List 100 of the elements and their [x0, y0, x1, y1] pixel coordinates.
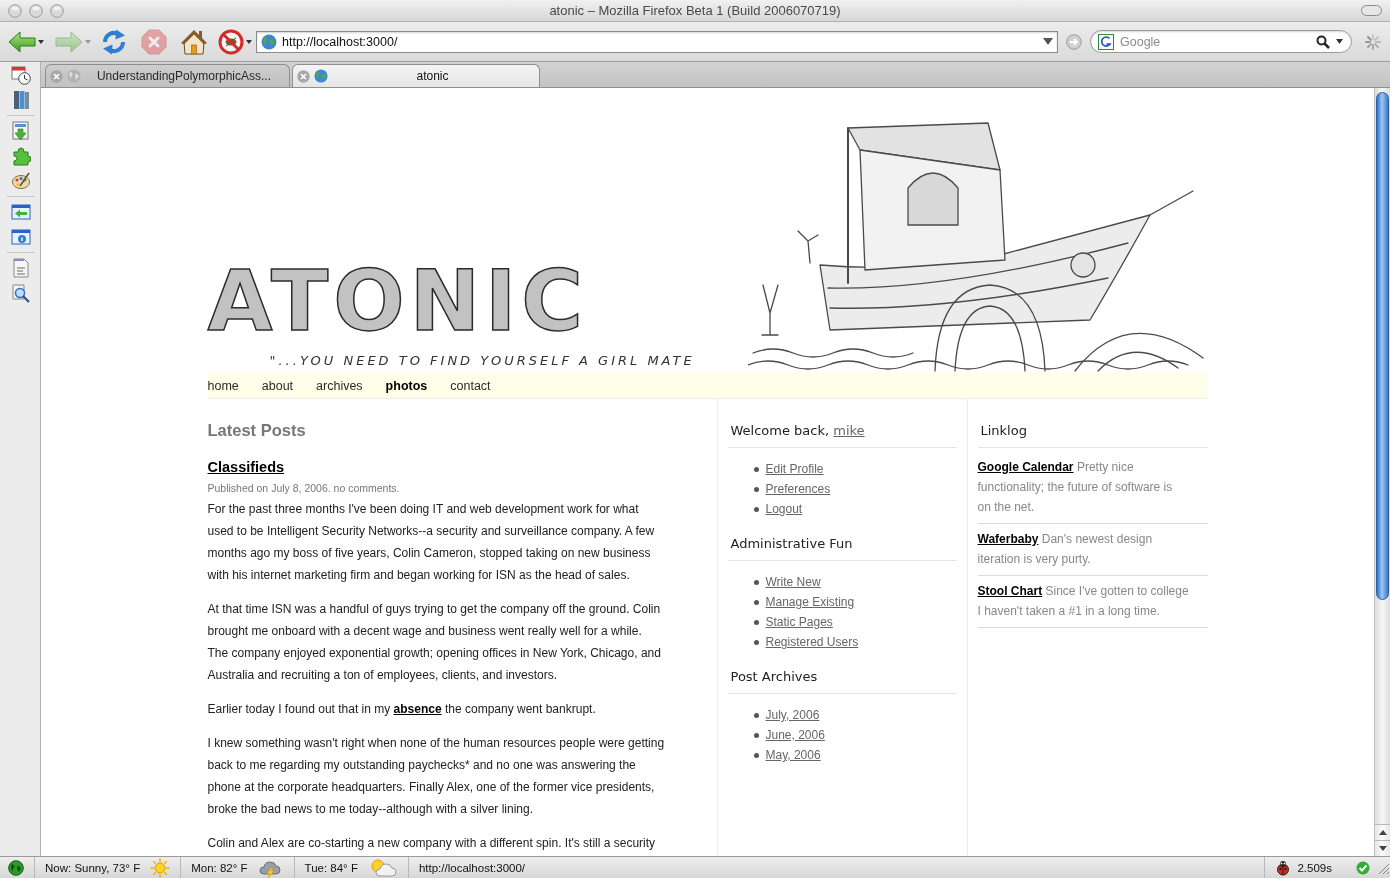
weather-label: Now: Sunny, 73° F	[45, 861, 141, 874]
sidebar-link[interactable]: Edit Profile	[765, 462, 824, 476]
close-icon[interactable]	[297, 69, 310, 83]
weather-label: Tue: 84° F	[304, 861, 358, 874]
ad-block-button[interactable]	[218, 28, 252, 55]
site-logo: ATONIC	[207, 259, 588, 343]
post-paragraph: I knew something wasn't right when none of the human resources people were getting back to me regarding my outstanding paychecks* and no one was answering the phone at the corporate headquarters. Finally Alex, one of the former vice presidents, broke the bad news to me today--although with a silver lining.	[207, 735, 666, 818]
close-button[interactable]	[8, 3, 22, 18]
linklog-link[interactable]: Stool Chart	[977, 584, 1043, 598]
bullet-icon	[753, 639, 759, 645]
globe-icon	[67, 69, 81, 83]
reload-icon	[100, 27, 128, 56]
username-link[interactable]: mike	[833, 423, 865, 438]
nav-link[interactable]: photos	[385, 378, 428, 393]
script-file-icon	[11, 258, 31, 278]
script-file-button[interactable]	[11, 258, 31, 278]
throbber-icon	[1364, 32, 1382, 51]
bullet-icon	[753, 752, 759, 758]
globe-icon	[8, 859, 24, 876]
bullet-icon	[753, 579, 759, 585]
post-link[interactable]: absence	[393, 702, 442, 716]
page-search-icon	[11, 283, 31, 303]
scrollbar-thumb[interactable]	[1376, 92, 1389, 600]
post-paragraph: Earlier today I found out that in my absence the company went bankrupt.	[207, 701, 597, 718]
post-title-link[interactable]: Classifieds	[207, 458, 285, 476]
books-button[interactable]	[11, 90, 31, 110]
scrollbar-track[interactable]	[1374, 88, 1390, 856]
right-arrow-icon	[55, 30, 83, 53]
caret-up-icon	[1378, 830, 1387, 835]
window-info-icon	[11, 227, 31, 247]
linklog-link[interactable]: Google Calendar	[977, 460, 1074, 474]
bullet-icon	[753, 712, 759, 718]
section-heading: Latest Posts	[207, 420, 307, 441]
sidebar-link[interactable]: Preferences	[765, 482, 831, 496]
linklog-link[interactable]: Waferbaby	[977, 532, 1039, 546]
nav-link[interactable]: about	[261, 378, 294, 393]
caret-icon	[85, 39, 91, 44]
nav-link[interactable]: archives	[316, 378, 363, 393]
check-icon	[1356, 860, 1370, 875]
sidebar-link[interactable]: Manage Existing	[765, 595, 855, 609]
house-icon	[180, 27, 208, 56]
sidebar-link[interactable]: Logout	[765, 502, 803, 516]
bullet-icon	[753, 506, 759, 512]
tab[interactable]: UnderstandingPolymorphicAss...	[45, 64, 290, 87]
toolbar-toggle-button[interactable]	[1361, 5, 1382, 16]
scroll-up-button[interactable]	[1375, 824, 1390, 840]
nav-link[interactable]: home	[207, 378, 239, 393]
weather-label: Mon: 82° F	[191, 861, 248, 874]
post-paragraph: At that time ISN was a handful of guys trying to get the company off the ground. Colin brought me onboard with a decent wage and business went really well for a while. The company enjoyed exponential growth; opening offices in New York, Chicago, and Australia and recruiting a ton of employees, clients, and investors.	[207, 601, 662, 684]
sidebar-heading: Administrative Fun	[727, 534, 957, 561]
bullet-icon	[753, 599, 759, 605]
caret-down-icon	[1378, 846, 1387, 851]
status-url: http://localhost:3000/	[418, 861, 526, 874]
sidebar-link[interactable]: June, 2006	[765, 728, 825, 742]
sidebar-link[interactable]: May, 2006	[765, 748, 821, 762]
reload-button[interactable]	[100, 27, 128, 56]
linklog-entry: Google Calendar Pretty nice functionality; the future of software is on the net.	[977, 452, 1208, 524]
search-icon[interactable]	[1316, 34, 1330, 49]
window-title: atonic – Mozilla Firefox Beta 1 (Build 2006070719)	[549, 3, 841, 18]
window-info-button[interactable]	[11, 227, 31, 247]
home-button[interactable]	[180, 27, 208, 56]
page-search-button[interactable]	[11, 283, 31, 303]
close-icon[interactable]	[50, 69, 63, 83]
tab[interactable]: atonic	[292, 64, 540, 87]
load-time: 2.509s	[1297, 861, 1332, 874]
palette-button[interactable]	[11, 171, 31, 191]
minimize-button[interactable]	[29, 3, 43, 18]
caret-icon	[38, 39, 44, 44]
caret-icon	[1043, 38, 1053, 45]
scroll-down-button[interactable]	[1375, 840, 1390, 856]
post-paragraph: For the past three months I've been doing IT and web development work for what used to be Intelligent Security Networks--a security and surveillance company. A few months ago my boss of five years, Colin Cameron, stopped taking on new business with his internet marketing firm and began working for ISN as the head of sales.	[207, 501, 656, 584]
stop-icon	[140, 27, 168, 56]
bullet-icon	[753, 486, 759, 492]
sidebar-link[interactable]: Registered Users	[765, 635, 859, 649]
window-arrow-button[interactable]	[11, 202, 31, 222]
sidebar-link[interactable]: Static Pages	[765, 615, 833, 629]
bullet-icon	[753, 619, 759, 625]
palette-icon	[11, 171, 31, 191]
go-button[interactable]	[1066, 33, 1082, 50]
calendar-clock-button[interactable]	[11, 65, 31, 85]
sidebar-heading: Post Archives	[727, 667, 957, 694]
sidebar-heading: Linklog	[977, 421, 1208, 448]
sidebar-link[interactable]: Write New	[765, 575, 821, 589]
search-field[interactable]: Google	[1090, 30, 1352, 53]
bullet-icon	[753, 466, 759, 472]
download-button[interactable]	[11, 121, 31, 141]
download-icon	[11, 121, 31, 141]
post-meta: Published on July 8, 2006. no comments.	[207, 481, 401, 495]
back-button[interactable]	[8, 30, 44, 53]
nav-link[interactable]: contact	[450, 378, 491, 393]
sidebar-link[interactable]: July, 2006	[765, 708, 820, 722]
bug-icon[interactable]	[1275, 859, 1292, 876]
caret-icon	[1336, 39, 1343, 44]
books-icon	[11, 90, 31, 110]
zoom-button[interactable]	[50, 3, 64, 18]
bullet-icon	[753, 732, 759, 738]
address-field[interactable]: http://localhost:3000/	[256, 30, 1058, 53]
left-arrow-icon	[8, 30, 36, 53]
puzzle-piece-button[interactable]	[11, 146, 31, 166]
caret-icon	[246, 39, 252, 44]
